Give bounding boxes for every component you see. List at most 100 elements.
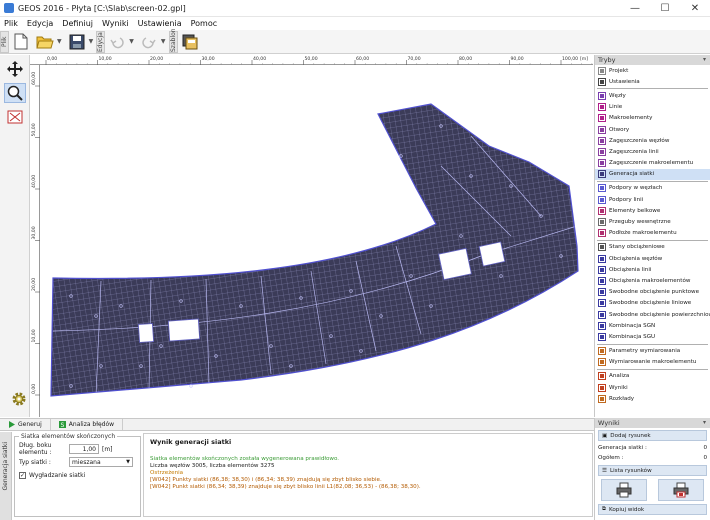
toolbar-tab-plik[interactable]: Plik: [0, 30, 9, 53]
mode-label: Węzły: [609, 92, 626, 99]
mode-label: Obciążenia makroelementów: [609, 277, 691, 284]
tab-error-analysis[interactable]: S Analiza błędów: [51, 419, 124, 430]
mode-item[interactable]: Swobodne obciążenie liniowe: [595, 298, 710, 309]
mode-icon: [598, 147, 606, 156]
template-button[interactable]: [180, 32, 200, 52]
print-pdf-button[interactable]: [658, 479, 705, 501]
copy-view-button[interactable]: ⧉ Kopiuj widok: [598, 504, 707, 515]
menu-ustawienia[interactable]: Ustawienia: [138, 19, 182, 28]
chevron-down-icon[interactable]: ▼: [89, 38, 94, 45]
mode-item[interactable]: Podpory linii: [595, 194, 710, 205]
mode-item[interactable]: Zagęszczenia linii: [595, 146, 710, 157]
printer-icon: [616, 482, 632, 498]
menu-wyniki[interactable]: Wyniki: [102, 19, 129, 28]
mode-item[interactable]: Rozkłady: [595, 393, 710, 404]
mode-item[interactable]: Elementy belkowe: [595, 205, 710, 216]
left-toolbar: [0, 55, 30, 417]
bottom-tab-bar: Generuj S Analiza błędów: [0, 418, 594, 431]
open-file-button[interactable]: [35, 32, 55, 52]
menu-definiuj[interactable]: Definiuj: [62, 19, 93, 28]
mode-item[interactable]: Obciążenia makroelementów: [595, 275, 710, 286]
mode-item[interactable]: Przeguby wewnętrzne: [595, 216, 710, 227]
add-figure-button[interactable]: ▣ Dodaj rysunek: [598, 430, 707, 441]
mode-item[interactable]: Kombinacja SGN: [595, 320, 710, 331]
mode-item[interactable]: Projekt: [595, 65, 710, 76]
mode-icon: [598, 372, 606, 381]
mode-item[interactable]: Analiza: [595, 371, 710, 382]
pin-icon[interactable]: ▾: [703, 418, 706, 428]
edge-length-input[interactable]: 1,00: [69, 444, 99, 454]
print-button[interactable]: [600, 479, 647, 501]
mode-icon: [598, 114, 606, 123]
mode-item[interactable]: Stany obciążeniowe: [595, 242, 710, 253]
mesh-generation-side-tab-label: Generacja siatki: [2, 442, 9, 491]
close-button[interactable]: ✕: [680, 3, 710, 14]
y-tick-label: 30,00: [31, 226, 37, 239]
slab-mesh-drawing[interactable]: [41, 66, 593, 417]
x-tick-label: 20,00: [150, 56, 163, 62]
menu-pomoc[interactable]: Pomoc: [191, 19, 218, 28]
mesh-type-select[interactable]: mieszana ▼: [69, 457, 133, 467]
mode-item[interactable]: Parametry wymiarowania: [595, 346, 710, 357]
zoom-button[interactable]: [4, 83, 26, 103]
menu-edycja[interactable]: Edycja: [27, 19, 53, 28]
chevron-down-icon[interactable]: ▼: [129, 38, 134, 45]
output-total-value: 0: [703, 455, 707, 461]
mode-item[interactable]: Węzły: [595, 90, 710, 101]
undo-button[interactable]: [107, 32, 127, 52]
mode-item[interactable]: Zagęszczenia węzłów: [595, 135, 710, 146]
menu-bar: Plik Edycja Definiuj Wyniki Ustawienia P…: [0, 17, 710, 30]
mode-icon: [598, 321, 606, 330]
mode-item[interactable]: Otwory: [595, 124, 710, 135]
mode-label: Linie: [609, 104, 623, 111]
mesh-generation-side-tab[interactable]: Generacja siatki: [0, 432, 12, 520]
save-button[interactable]: [67, 32, 87, 52]
smoothing-checkbox[interactable]: ✓: [19, 471, 26, 479]
mode-item[interactable]: Obciążenia węzłów: [595, 253, 710, 264]
window-title: GEOS 2016 - Płyta [C:\Slab\screen-02.gpl…: [18, 3, 186, 13]
new-file-icon: [14, 33, 28, 50]
figure-list-button[interactable]: ☰ Lista rysunków: [598, 465, 707, 476]
y-tick-label: 20,00: [31, 278, 37, 291]
chevron-down-icon[interactable]: ▼: [161, 38, 166, 45]
settings-button[interactable]: [8, 389, 30, 409]
redo-button[interactable]: [139, 32, 159, 52]
mode-item[interactable]: Zagęszczenie makroelementu: [595, 158, 710, 169]
tab-generuj[interactable]: Generuj: [0, 419, 51, 430]
drawing-canvas[interactable]: [41, 66, 593, 417]
output-count-label: Generacja siatki :: [598, 445, 647, 451]
move-button[interactable]: [4, 59, 26, 79]
mode-item[interactable]: Wyniki: [595, 382, 710, 393]
mode-item[interactable]: Podpory w węzłach: [595, 183, 710, 194]
fit-view-button[interactable]: [4, 107, 26, 127]
mesh-settings-group: Siatka elementów skończonych Dług. boku …: [14, 433, 141, 517]
mode-item[interactable]: Swobodne obciążenie punktowe: [595, 287, 710, 298]
mode-item[interactable]: Makroelementy: [595, 113, 710, 124]
minimize-button[interactable]: —: [620, 3, 650, 14]
mode-icon: [598, 206, 606, 215]
toolbar-tab-edycja[interactable]: Edycja: [96, 30, 106, 53]
menu-plik[interactable]: Plik: [4, 19, 18, 28]
mesh-settings-legend: Siatka elementów skończonych: [21, 433, 116, 440]
y-tick-label: 50,00: [31, 123, 37, 136]
maximize-button[interactable]: ☐: [650, 3, 680, 14]
mode-item[interactable]: Generacja siatki: [595, 168, 710, 180]
y-tick-label: 0,00: [31, 384, 37, 394]
pin-icon[interactable]: ▾: [703, 55, 706, 65]
mode-label: Podpory w węzłach: [609, 185, 663, 192]
mode-icon: [598, 383, 606, 392]
modes-list: Projekt Ustawienia Węzły Linie Makroelementy…: [595, 65, 710, 404]
toolbar-tab-szablon[interactable]: Szablon: [168, 28, 178, 53]
mode-item[interactable]: Ustawienia: [595, 76, 710, 87]
smoothing-label: Wygładzanie siatki: [29, 471, 86, 479]
mode-item[interactable]: Swobodne obciążenie powierzchniowe: [595, 309, 710, 320]
mode-item[interactable]: Wymiarowanie makroelementu: [595, 357, 710, 368]
new-file-button[interactable]: [11, 32, 31, 52]
mode-item[interactable]: Linie: [595, 102, 710, 113]
save-icon: [69, 34, 85, 49]
mode-icon: [598, 265, 606, 274]
chevron-down-icon[interactable]: ▼: [57, 38, 62, 45]
mode-item[interactable]: Podłoże makroelementu: [595, 228, 710, 239]
mode-item[interactable]: Obciążenia linii: [595, 264, 710, 275]
mode-item[interactable]: Kombinacja SGU: [595, 331, 710, 342]
